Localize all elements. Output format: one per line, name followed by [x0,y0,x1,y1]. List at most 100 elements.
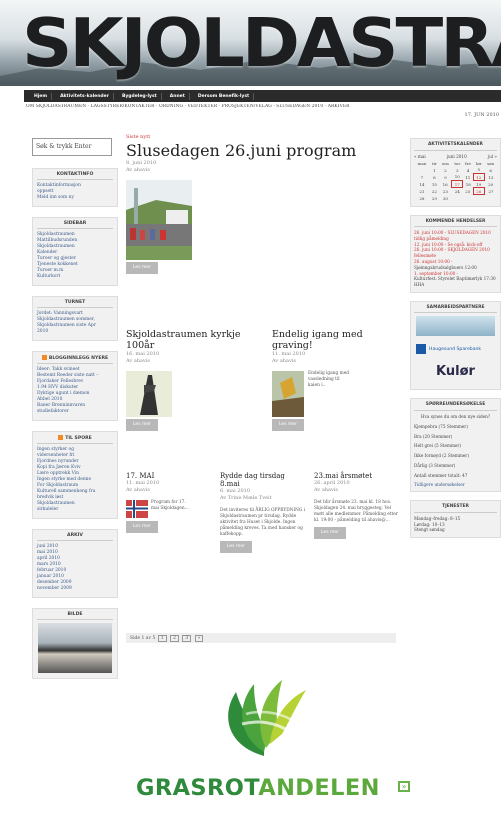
calendar-day[interactable]: 28 [414,195,430,202]
calendar-day[interactable]: 8 [430,174,439,181]
calendar-day[interactable]: 22 [430,188,439,195]
calendar-day[interactable]: 4 [463,167,473,174]
calendar-day[interactable]: 13 [484,174,497,181]
sub-navigation[interactable]: OM SKJOLDASTRAUMEN · LAGSSTYRER/KONTAKTE… [26,104,501,109]
calendar-day-event[interactable]: 12 [472,173,485,181]
event-item[interactable]: Kulturfest: Styrelet Baptimørlyk 17:30 H… [414,276,497,288]
rss-icon[interactable] [41,355,47,360]
sidebar-link[interactable]: sirkuleler [37,507,113,513]
box-title: Sidebar [37,221,113,229]
calendar-day[interactable]: 21 [414,188,430,195]
sidebar-box-blog: Blogginnlegg nyere Ideer: Takk svineet B… [32,351,118,421]
sunset-photo[interactable] [38,623,112,673]
next-page-link[interactable]: » [194,635,204,642]
calendar-day[interactable]: 25 [463,188,473,195]
page-link[interactable]: 1 [157,635,167,642]
calendar-day[interactable]: 5 [473,167,484,174]
read-more-button[interactable]: Les mer [126,262,158,274]
archive-link[interactable]: november 2009 [37,586,113,592]
post-thumbnail[interactable] [126,500,148,518]
post-title[interactable]: Skjoldastraumen kyrkje 100år [126,329,256,351]
calendar-day[interactable]: 29 [430,195,439,202]
calendar-day[interactable]: 18 [463,181,473,188]
calendar-day[interactable]: 3 [452,167,463,174]
calendar-day[interactable]: 20 [484,181,497,188]
post-title[interactable]: 17. MAI [126,472,214,480]
event-item[interactable]: 26. juni 10:00 - SLUSEDAGEN 2010 tidlig … [414,230,497,242]
site-banner[interactable]: SKJOLDASTRAUMEN [0,0,501,86]
poll-option[interactable]: Bra (20 Stemmer) [414,434,497,440]
post-author[interactable]: Av Trine Mæle Tveit [220,495,306,502]
calendar-widget: Aktivitetskalender « mai juni 2010 jul »… [410,138,501,207]
calendar-day[interactable]: 1 [430,167,439,174]
calendar-day[interactable]: 19 [473,181,484,188]
calendar-weekdays: man tir ons tor fre lør søn [414,160,497,167]
weekday: tor [454,160,461,166]
nav-community[interactable]: Bygdeleg-lyst [118,92,162,100]
section-kicker[interactable]: Siste nytt [126,134,402,140]
box-title: Arkiv [37,533,113,541]
read-more-button[interactable]: Les mer [314,527,346,539]
read-more-button[interactable]: Les mer [126,521,158,533]
post-thumbnail[interactable] [272,371,304,417]
featured-author[interactable]: Av ahavis [126,167,402,174]
rss-icon[interactable] [58,435,64,440]
sponsor-haugesund[interactable]: Haugesund Sparebank [416,339,495,359]
read-more-button[interactable]: Les mer [126,419,158,431]
calendar-day[interactable]: 10 [452,174,463,181]
calendar-day[interactable]: 14 [414,181,430,188]
calendar-week: 14 15 16 17 18 19 20 [414,180,497,188]
sidebar-text[interactable]: Jordet: Vanningsvart Skjoldastraumen som… [37,311,113,329]
calendar-day[interactable]: 7 [414,174,430,181]
page-link[interactable]: 3 [182,635,192,642]
post-title[interactable]: 23.mai årsmøtet [314,472,402,480]
post-author[interactable]: Av ahavis [272,358,402,365]
calendar-day[interactable]: 15 [430,181,439,188]
post-author[interactable]: Av ahavis [314,487,402,494]
poll-archive-link[interactable]: Tidligere undersøkelser [414,482,497,488]
nav-benefit[interactable]: Dersom Benefik-lyst [194,92,255,100]
read-more-button[interactable]: Les mer [220,541,252,553]
calendar-day[interactable]: 30 [439,195,452,202]
calendar-day[interactable]: 6 [484,167,497,174]
calendar-day[interactable]: 16 [439,181,452,188]
sidebar-link[interactable]: Kulturkort [37,274,113,280]
calendar-day-event[interactable]: 26 [472,187,485,195]
sidebar-link[interactable]: Meld inn som ny [37,195,113,201]
event-item[interactable]: 26. juni 10:00 - SKJOLDAGEN 2010 fellesm… [414,247,497,259]
post-card: Skjoldastraumen kyrkje 100år 16. mai 201… [126,329,256,431]
poll-option[interactable]: Helt grei (5 Stemmer) [414,443,497,449]
post-title[interactable]: Rydde dag tirsdag 8.mai [220,472,306,488]
page-link[interactable]: 2 [170,635,179,642]
logo-text-part: ANDELEN [258,775,380,801]
calendar-prev[interactable]: « mai [414,154,426,159]
poll-option[interactable]: Ikke fornøyd (2 Stemmer) [414,453,497,459]
sidebar-link[interactable]: Bestemt Reeder siste natt – Fjordaker Fe… [37,373,113,385]
calendar-day[interactable]: 9 [439,174,452,181]
post-author[interactable]: Av ahavis [126,487,214,494]
calendar-next[interactable]: jul » [488,154,497,159]
nav-other[interactable]: Annet [166,92,190,100]
sidebar-link[interactable]: studiefaktorer [37,409,113,415]
search-input[interactable]: Søk & trykk Enter [32,138,112,156]
featured-photo[interactable] [126,180,192,260]
nav-home[interactable]: Hjem [30,92,53,100]
calendar-day[interactable] [414,167,430,174]
sponsor-banner[interactable] [416,316,495,337]
calendar-day-today[interactable]: 17 [451,180,464,188]
calendar-day[interactable]: 23 [439,188,452,195]
calendar-day[interactable]: 11 [463,174,473,181]
post-thumbnail[interactable] [126,371,172,417]
featured-title[interactable]: Slusedagen 26.juni program [126,142,402,160]
sponsor-kulor[interactable]: Kulør [416,362,495,382]
post-author[interactable]: Av ahavis [126,358,256,365]
nav-calendar[interactable]: Aktivitets-kalender [56,92,114,100]
read-more-button[interactable]: Les mer [272,419,304,431]
sponsors-box: Samarbeidspartnere Haugesund Sparebank K… [410,300,501,391]
post-title[interactable]: Endelig igang med graving! [272,329,402,351]
poll-option[interactable]: Dårlig (3 Stemmer) [414,463,497,469]
calendar-day[interactable]: 24 [452,188,463,195]
poll-option[interactable]: Kjempebra (75 Stemmer) [414,424,497,430]
calendar-day[interactable]: 27 [484,188,497,195]
calendar-day[interactable]: 2 [439,167,452,174]
